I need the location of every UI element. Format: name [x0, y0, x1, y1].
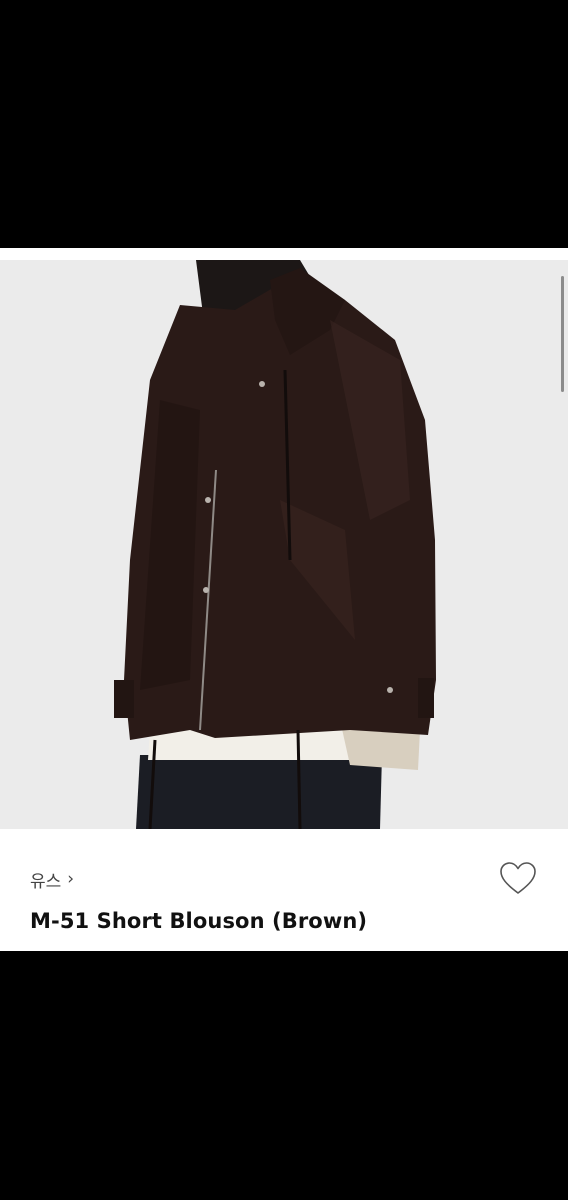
screen: 유스 › M-51 Short Blouson (Brown) — [0, 0, 568, 1200]
brand-name: 유스 — [30, 872, 62, 892]
product-image[interactable] — [0, 260, 568, 829]
bottom-black-letterbox — [0, 951, 568, 1200]
product-photo-illustration — [0, 260, 568, 829]
top-black-letterbox — [0, 0, 568, 248]
product-info: 유스 › M-51 Short Blouson (Brown) — [0, 829, 568, 951]
chevron-right-icon: › — [67, 869, 75, 889]
brand-link[interactable]: 유스 › — [30, 867, 75, 893]
trousers-shape — [136, 755, 382, 829]
scrollbar[interactable] — [561, 276, 564, 392]
product-card: 유스 › M-51 Short Blouson (Brown) — [0, 248, 568, 951]
product-title: M-51 Short Blouson (Brown) — [30, 909, 368, 933]
heart-outline-icon[interactable] — [498, 859, 538, 897]
